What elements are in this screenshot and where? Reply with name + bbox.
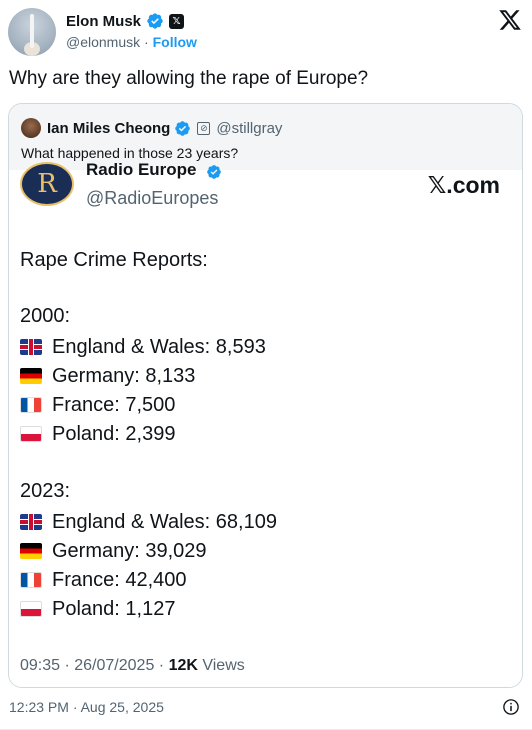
xcom-watermark: 𝕏.com: [427, 172, 500, 198]
post-timestamp[interactable]: 12:23 PM · Aug 25, 2025: [9, 699, 164, 715]
poland-flag-icon: [20, 601, 42, 617]
year-heading: 2000:: [20, 305, 71, 327]
list-item: Poland: 1,127: [20, 596, 175, 622]
list-item-label: Germany: 8,133: [52, 364, 196, 387]
france-flag-icon: [20, 572, 42, 588]
quoted-post-text: What happened in those 23 years?: [21, 145, 239, 161]
verified-badge-icon: [175, 120, 191, 136]
author-handle-row: @elonmusk · Follow: [66, 34, 197, 50]
list-item-label: France: 42,400: [52, 568, 187, 591]
year-heading: 2023:: [20, 480, 71, 502]
image-account-name: Radio Europe: [86, 160, 197, 179]
report-title: Rape Crime Reports:: [20, 249, 208, 271]
france-flag-icon: [20, 397, 42, 413]
image-meta: 09:35 · 26/07/2025 · 12K Views: [20, 657, 245, 675]
germany-flag-icon: [20, 543, 42, 559]
quoted-post[interactable]: Ian Miles Cheong ⊘ @stillgray What happe…: [8, 103, 523, 688]
list-item-label: France: 7,500: [52, 393, 176, 416]
author-handle[interactable]: @elonmusk: [66, 34, 140, 50]
author-avatar[interactable]: [8, 8, 56, 56]
author-name-row: Elon Musk 𝕏: [66, 10, 185, 32]
quoted-author-avatar: [21, 118, 41, 138]
uk-flag-icon: [20, 514, 42, 530]
germany-flag-icon: [20, 368, 42, 384]
list-item: England & Wales: 68,109: [20, 509, 277, 535]
image-account-handle: @RadioEuropes: [86, 188, 219, 208]
image-meta-views-label: Views: [197, 657, 245, 674]
quoted-author-name: Ian Miles Cheong: [47, 119, 171, 137]
list-item-label: England & Wales: 8,593: [52, 335, 266, 358]
avatar-rocket: [30, 14, 34, 48]
info-icon[interactable]: [502, 698, 520, 716]
list-item: Germany: 39,029: [20, 538, 207, 564]
quoted-author-handle: @stillgray: [216, 119, 283, 137]
list-item: France: 42,400: [20, 567, 187, 593]
quoted-author-row: Ian Miles Cheong ⊘ @stillgray: [47, 118, 282, 138]
author-name[interactable]: Elon Musk: [66, 13, 141, 30]
affiliate-icon: ⊘: [197, 121, 211, 135]
poland-flag-icon: [20, 426, 42, 442]
list-item: England & Wales: 8,593: [20, 334, 266, 360]
verified-badge-icon: [147, 13, 163, 29]
list-item: Germany: 8,133: [20, 363, 195, 389]
list-item-label: Germany: 39,029: [52, 539, 207, 562]
list-item: Poland: 2,399: [20, 421, 175, 447]
x-logo-icon[interactable]: [498, 8, 522, 32]
radio-europe-logo: R: [20, 162, 74, 206]
post-text: Why are they allowing the rape of Europe…: [9, 68, 369, 89]
image-meta-time: 09:35 · 26/07/2025 ·: [20, 657, 169, 674]
x-affiliation-badge-icon: 𝕏: [169, 13, 185, 29]
list-item-label: Poland: 2,399: [52, 422, 176, 445]
verified-badge-icon: [207, 165, 221, 179]
follow-button[interactable]: Follow: [153, 34, 197, 50]
list-item-label: England & Wales: 68,109: [52, 510, 277, 533]
list-item-label: Poland: 1,127: [52, 597, 176, 620]
image-meta-views-count: 12K: [168, 657, 198, 674]
quoted-image[interactable]: R Radio Europe @RadioEuropes 𝕏.com Rape …: [9, 160, 522, 687]
list-item: France: 7,500: [20, 392, 175, 418]
uk-flag-icon: [20, 339, 42, 355]
separator-dot: ·: [144, 34, 149, 50]
